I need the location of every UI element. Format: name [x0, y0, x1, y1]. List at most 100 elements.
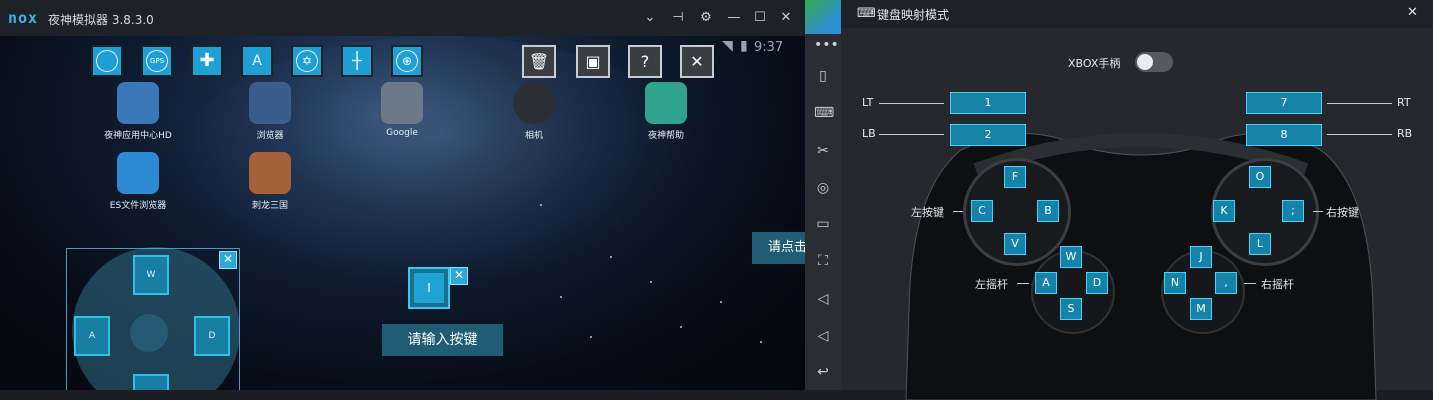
gear-icon[interactable]: ⚙	[696, 8, 716, 28]
controller-illustration	[905, 133, 1377, 400]
zoom-tool-button[interactable]	[91, 45, 123, 77]
location-icon[interactable]: ◎	[814, 179, 832, 197]
key-input-prompt: 请输入按键	[382, 324, 503, 356]
screen-icon[interactable]: ▭	[814, 215, 832, 233]
left-stick-left[interactable]: A	[1035, 272, 1057, 294]
joystick-remove-icon[interactable]: ✕	[219, 251, 237, 269]
right-stick-up[interactable]: J	[1190, 246, 1212, 268]
app-google[interactable]: Google	[357, 82, 447, 138]
left-stick-up[interactable]: W	[1060, 246, 1082, 268]
dpad-icon: ✚	[199, 50, 215, 71]
joystick-key-left[interactable]: A	[74, 316, 110, 356]
rt-label: RT	[1397, 96, 1411, 109]
joystick-key-down[interactable]	[133, 374, 169, 390]
gps-tool-button[interactable]: GPS	[141, 45, 173, 77]
floppy-icon: ▣	[585, 52, 601, 71]
skill-tool-button[interactable]: ✡	[291, 45, 323, 77]
lt-key[interactable]: 1	[950, 92, 1026, 114]
nox-logo: nox	[8, 9, 39, 27]
side-top-image	[805, 0, 841, 34]
app-es-file[interactable]: ES文件浏览器	[93, 152, 183, 211]
zoom-icon	[96, 50, 118, 72]
app-nox-help[interactable]: 夜神帮助	[621, 82, 711, 141]
app-game[interactable]: 刺龙三国	[225, 152, 315, 211]
panel-title: 键盘映射模式	[877, 8, 950, 22]
right-button-left[interactable]: K	[1213, 200, 1235, 222]
minimize-icon[interactable]: —	[724, 8, 744, 28]
window-title: 夜神模拟器 3.8.3.0	[48, 13, 154, 27]
scissors-icon[interactable]: ✂	[814, 142, 832, 160]
pin-icon[interactable]: ⊣	[668, 8, 688, 28]
maximize-icon[interactable]: ☐	[750, 8, 770, 28]
right-stick-label: 右摇杆	[1261, 278, 1294, 291]
volume-down-icon[interactable]: ◁	[814, 327, 832, 345]
target-icon: ⊕	[396, 50, 418, 72]
xbox-label: XBOX手柄	[1068, 57, 1121, 70]
fullscreen-icon[interactable]: ⛶	[814, 252, 832, 270]
rt-key[interactable]: 7	[1246, 92, 1322, 114]
app-camera[interactable]: 相机	[489, 82, 579, 141]
google-folder-icon	[381, 82, 423, 124]
emulator-window: nox 夜神模拟器 3.8.3.0 ⌄ ⊣ ⚙ — ☐ ✕ ◥ ▮ 9:37 G…	[0, 0, 805, 390]
joystick-key-up[interactable]: W	[133, 255, 169, 295]
app-browser[interactable]: 浏览器	[225, 82, 315, 141]
keyboard-mapping-panel: ⌨ 键盘映射模式 ✕ XBOX手柄 LT 1 LB 2 7 RT 8 RB 左按…	[841, 0, 1433, 400]
left-stick-down[interactable]: S	[1060, 298, 1082, 320]
lb-key[interactable]: 2	[950, 124, 1026, 146]
lt-label: LT	[862, 96, 874, 109]
gps-icon: GPS	[146, 50, 168, 72]
right-buttons-label: 右按键	[1326, 206, 1359, 219]
hex-icon: ✡	[296, 50, 318, 72]
help-app-icon	[645, 82, 687, 124]
app-nox-center[interactable]: 夜神应用中心HD	[93, 82, 183, 141]
key-slot-label: I	[414, 273, 444, 303]
crosshair-tool-button[interactable]: ┼	[341, 45, 373, 77]
browser-icon	[249, 82, 291, 124]
lb-label: LB	[862, 127, 876, 140]
dpad-tool-button[interactable]: ✚	[191, 45, 223, 77]
save-button[interactable]: ▣	[576, 45, 610, 78]
right-button-right[interactable]: ;	[1282, 200, 1304, 222]
rb-label: RB	[1397, 127, 1413, 140]
side-toolbar: ••• ▯ ⌨ ✂ ◎ ▭ ⛶ ◁ ◁ ↩	[805, 0, 841, 390]
right-stick-right[interactable]: ,	[1215, 272, 1237, 294]
click-hint: 请点击	[752, 232, 805, 264]
status-time: 9:37	[754, 40, 784, 55]
game-icon	[249, 152, 291, 194]
crosshair-icon: ┼	[352, 51, 362, 70]
close-mapping-button[interactable]: ✕	[680, 45, 714, 78]
left-stick-right[interactable]: D	[1086, 272, 1108, 294]
more-icon[interactable]: •••	[814, 36, 839, 54]
key-slot[interactable]: I	[408, 267, 450, 309]
wifi-icon: ◥	[722, 38, 733, 54]
left-button-right[interactable]: B	[1037, 200, 1059, 222]
battery-icon: ▮	[740, 38, 748, 54]
close-window-icon[interactable]: ✕	[776, 8, 796, 28]
shake-icon[interactable]: ▯	[814, 67, 832, 85]
text-tool-button[interactable]: A	[241, 45, 273, 77]
delete-button[interactable]: 🗑	[522, 45, 556, 78]
rb-key[interactable]: 8	[1246, 124, 1322, 146]
right-stick-left[interactable]: N	[1164, 272, 1186, 294]
right-button-down[interactable]: L	[1249, 233, 1271, 255]
xbox-toggle[interactable]	[1135, 52, 1173, 72]
volume-up-icon[interactable]: ◁	[814, 290, 832, 308]
close-panel-icon[interactable]: ✕	[1407, 5, 1418, 20]
left-button-down[interactable]: V	[1004, 233, 1026, 255]
left-button-left[interactable]: C	[971, 200, 993, 222]
keyboard-mapping-icon[interactable]: ⌨	[814, 104, 834, 122]
emulator-titlebar: nox 夜神模拟器 3.8.3.0 ⌄ ⊣ ⚙ — ☐ ✕	[0, 0, 805, 36]
es-file-icon	[117, 152, 159, 194]
chevron-down-icon[interactable]: ⌄	[640, 8, 660, 28]
help-button[interactable]: ?	[628, 45, 662, 78]
back-icon[interactable]: ↩	[814, 363, 832, 381]
left-button-up[interactable]: F	[1004, 166, 1026, 188]
left-buttons-label: 左按键	[911, 206, 944, 219]
right-button-up[interactable]: O	[1249, 166, 1271, 188]
aim-tool-button[interactable]: ⊕	[391, 45, 423, 77]
nox-app-icon	[117, 82, 159, 124]
panel-header: ⌨ 键盘映射模式 ✕	[841, 0, 1433, 28]
joystick-key-right[interactable]: D	[194, 316, 230, 356]
key-slot-remove-icon[interactable]: ✕	[450, 267, 468, 285]
right-stick-down[interactable]: M	[1190, 298, 1212, 320]
